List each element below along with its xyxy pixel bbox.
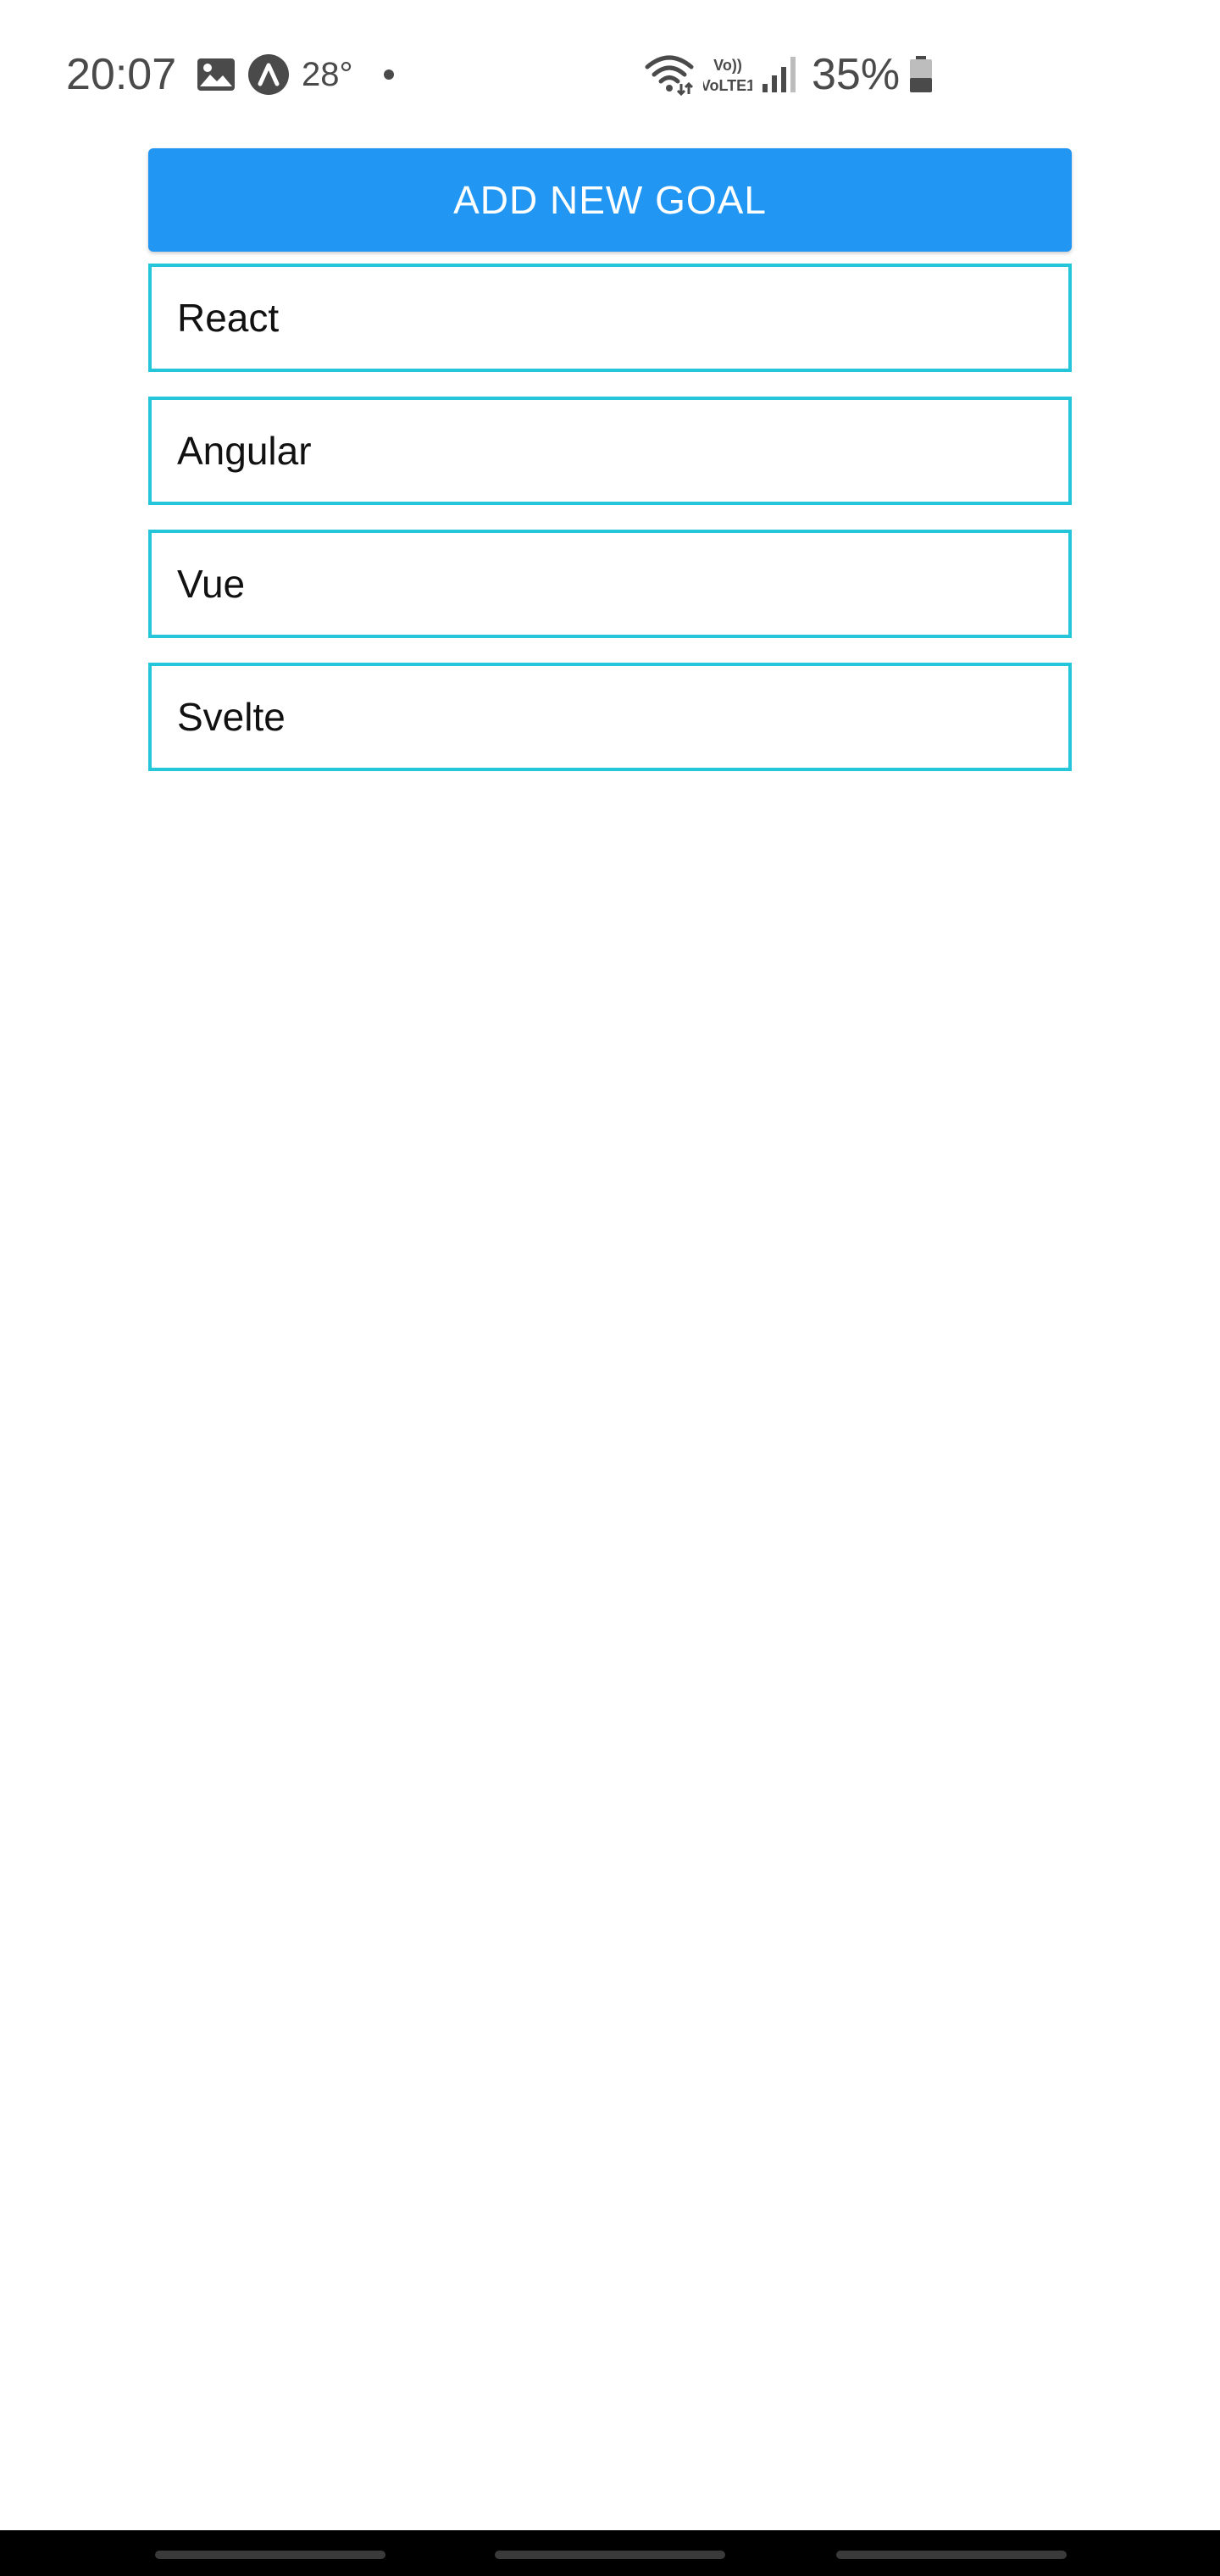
nav-home-handle[interactable] bbox=[495, 2551, 725, 2559]
status-bar: 20:07 28° Vo)) VoLTE1 35% bbox=[0, 0, 1220, 144]
gallery-icon bbox=[197, 58, 236, 92]
goal-list: React Angular Vue Svelte bbox=[148, 264, 1072, 796]
wifi-icon bbox=[644, 53, 695, 96]
add-new-goal-button[interactable]: ADD NEW GOAL bbox=[148, 148, 1072, 252]
goal-item[interactable]: Vue bbox=[148, 530, 1072, 638]
status-time: 20:07 bbox=[66, 50, 177, 99]
battery-icon bbox=[908, 55, 934, 94]
app-screen: 20:07 28° Vo)) VoLTE1 35% ADD NEW GOAL R… bbox=[0, 0, 1220, 2576]
status-temperature: 28° bbox=[302, 56, 353, 93]
notification-dot bbox=[383, 69, 394, 80]
nav-back-handle[interactable] bbox=[836, 2551, 1067, 2559]
a-badge-icon bbox=[247, 53, 290, 96]
nav-recents-handle[interactable] bbox=[155, 2551, 385, 2559]
status-right-icons: Vo)) VoLTE1 35% bbox=[644, 47, 934, 102]
status-left-icons: 28° bbox=[197, 51, 394, 98]
navigation-bar bbox=[0, 2530, 1220, 2576]
goal-item[interactable]: React bbox=[148, 264, 1072, 372]
svg-text:Vo)): Vo)) bbox=[713, 57, 742, 74]
goal-item[interactable]: Svelte bbox=[148, 663, 1072, 771]
goal-item[interactable]: Angular bbox=[148, 397, 1072, 505]
volte-icon: Vo)) VoLTE1 bbox=[703, 53, 752, 96]
battery-percentage: 35% bbox=[812, 50, 901, 99]
volte-label: VoLTE1 bbox=[703, 77, 752, 94]
signal-icon bbox=[761, 55, 798, 94]
